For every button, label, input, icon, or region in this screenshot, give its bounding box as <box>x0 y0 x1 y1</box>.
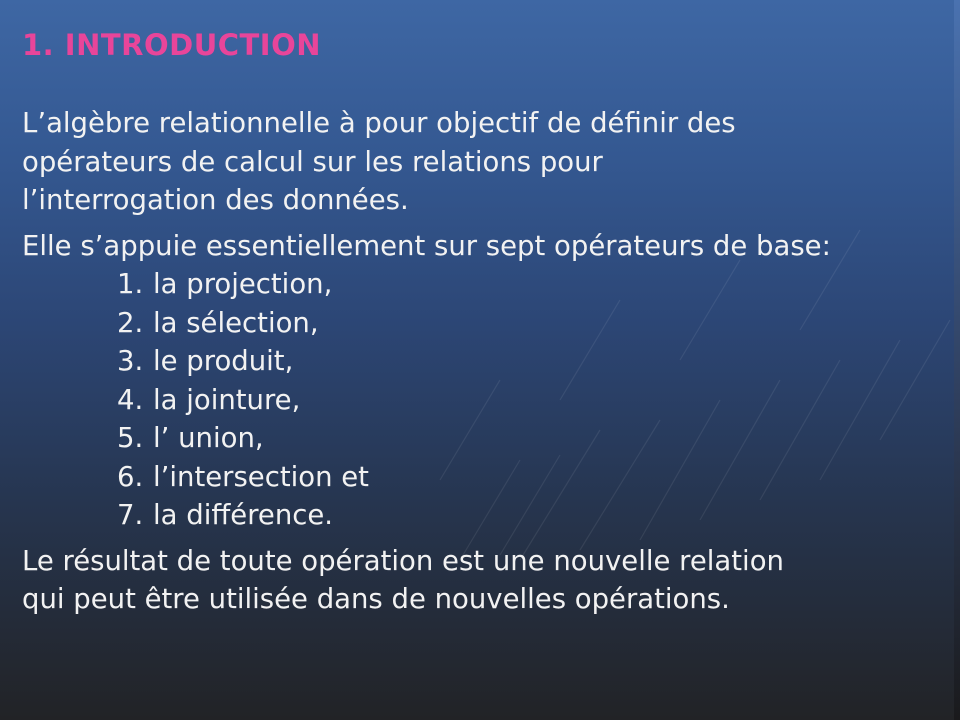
list-item: 5. l’ union, <box>22 419 952 458</box>
paragraph-objective-line: L’algèbre relationnelle à pour objectif … <box>22 107 736 139</box>
operators-list: 1. la projection, 2. la sélection, 3. le pr… <box>22 265 952 535</box>
list-item: 3. le produit, <box>22 342 952 381</box>
slide: 1. INTRODUCTION L’algèbre relationnelle … <box>0 0 960 720</box>
list-item-label: la jointure, <box>153 383 301 416</box>
list-item: 2. la sélection, <box>22 304 952 343</box>
list-item-number: 6. <box>117 460 144 493</box>
paragraph-result: Le résultat de toute opération est une n… <box>22 542 952 619</box>
list-item-label: la différence. <box>153 499 334 531</box>
list-item-number: 5. <box>117 422 144 454</box>
list-item: 6. l’intersection et <box>22 458 952 497</box>
list-item-number: 4. <box>117 383 144 416</box>
list-item-label: l’intersection et <box>153 460 369 493</box>
paragraph-objective-line: opérateurs de calcul sur les relations p… <box>22 145 603 178</box>
list-item-number: 1. <box>117 268 144 300</box>
list-item-number: 2. <box>117 306 144 339</box>
slide-content: L’algèbre relationnelle à pour objectif … <box>22 104 952 619</box>
slide-title: 1. INTRODUCTION <box>22 28 322 62</box>
paragraph-objective: L’algèbre relationnelle à pour objectif … <box>22 104 952 220</box>
list-item-label: le produit, <box>153 345 294 377</box>
slide-right-edge <box>954 0 960 720</box>
paragraph-operators-intro: Elle s’appuie essentiellement sur sept o… <box>22 229 831 262</box>
paragraph-result-line: qui peut être utilisée dans de nouvelles… <box>22 583 730 615</box>
list-item-number: 3. <box>117 345 144 377</box>
list-item: 7. la différence. <box>22 496 952 535</box>
list-item: 1. la projection, <box>22 265 952 304</box>
list-item: 4. la jointure, <box>22 381 952 420</box>
list-item-label: la projection, <box>153 268 333 300</box>
list-item-label: la sélection, <box>153 306 319 339</box>
list-item-label: l’ union, <box>153 422 264 454</box>
list-item-number: 7. <box>117 499 144 531</box>
paragraph-result-line: Le résultat de toute opération est une n… <box>22 544 784 577</box>
paragraph-objective-line: l’interrogation des données. <box>22 184 409 216</box>
